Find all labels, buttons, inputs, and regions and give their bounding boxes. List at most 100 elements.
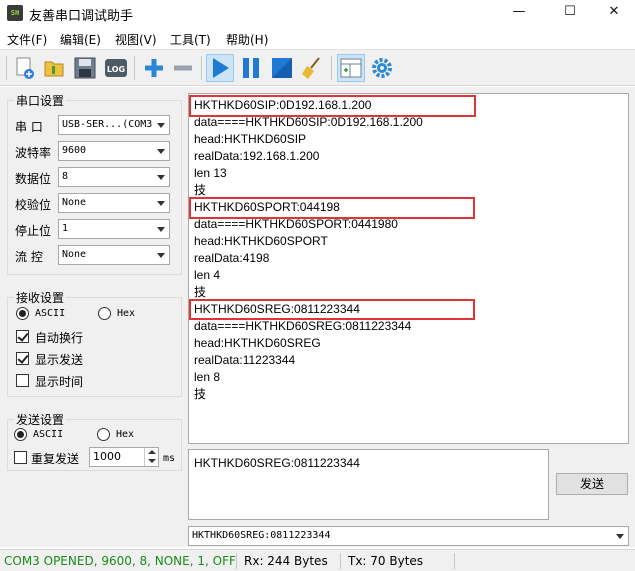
menu-help[interactable]: 帮助(H) — [226, 31, 268, 48]
chevron-down-icon — [157, 175, 165, 180]
chevron-down-icon — [157, 227, 165, 232]
receive-settings-group: 接收设置 — [7, 289, 182, 397]
chevron-down-icon — [157, 149, 165, 154]
autowrap-label: 自动换行 — [35, 331, 84, 345]
menu-bar: 文件(F) 编辑(E) 视图(V) 工具(T) 帮助(H) — [0, 29, 635, 49]
connection-status: COM3 OPENED, 9600, 8, NONE, 1, OFF — [4, 554, 236, 568]
databits-select[interactable]: 8 — [58, 167, 170, 187]
showsend-label: 显示发送 — [35, 353, 84, 367]
remove-icon[interactable] — [169, 54, 197, 82]
send-textarea[interactable]: HKTHKD60SREG:0811223344 — [188, 449, 549, 520]
highlight-box — [189, 299, 475, 320]
stopbits-label: 停止位 — [15, 224, 52, 238]
stopbits-select[interactable]: 1 — [58, 219, 170, 239]
recv-hex-label: Hex — [117, 308, 136, 319]
send-history-value: HKTHKD60SREG:0811223344 — [192, 530, 331, 541]
recv-line: head:HKTHKD60SPORT — [194, 234, 328, 248]
open-icon[interactable] — [40, 54, 68, 82]
spin-up-icon[interactable] — [148, 450, 156, 454]
send-button[interactable]: 发送 — [556, 473, 628, 495]
add-icon[interactable] — [140, 54, 168, 82]
recv-hex-radio[interactable] — [98, 307, 111, 320]
showtime-checkbox[interactable] — [16, 374, 29, 387]
status-separator — [340, 553, 341, 569]
parity-value: None — [62, 197, 87, 208]
port-select[interactable]: USB-SER...(COM3 — [58, 115, 170, 135]
recv-line: len 4 — [194, 268, 221, 282]
baud-value: 9600 — [62, 145, 87, 156]
recv-line: len 13 — [194, 166, 227, 180]
interval-value: 1000 — [93, 450, 121, 463]
recv-line: realData:11223344 — [194, 353, 296, 367]
spinner-arrows[interactable] — [144, 448, 158, 466]
close-button[interactable]: ✕ — [591, 0, 635, 26]
menu-edit[interactable]: 编辑(E) — [60, 31, 101, 48]
repeat-send-checkbox[interactable] — [14, 451, 27, 464]
toolbar-grip — [6, 56, 7, 80]
minimize-button[interactable]: — — [496, 0, 542, 26]
parity-select[interactable]: None — [58, 193, 170, 213]
send-history-select[interactable]: HKTHKD60SREG:0811223344 — [188, 526, 629, 546]
toolbar-separator — [331, 56, 332, 80]
repeat-send-label: 重复发送 — [31, 452, 80, 466]
stop-icon[interactable] — [268, 54, 296, 82]
rx-count: Rx: 244 Bytes — [244, 554, 328, 568]
baud-label: 波特率 — [15, 146, 52, 160]
flow-select[interactable]: None — [58, 245, 170, 265]
send-hex-radio[interactable] — [97, 428, 110, 441]
broom-icon[interactable] — [299, 54, 327, 82]
recv-line: len 8 — [194, 370, 221, 384]
showsend-checkbox[interactable] — [16, 352, 29, 365]
layout-icon[interactable] — [337, 54, 365, 82]
send-settings-title: 发送设置 — [14, 411, 67, 428]
recv-line: realData:192.168.1.200 — [194, 149, 320, 163]
flow-label: 流 控 — [15, 250, 43, 264]
chevron-down-icon — [616, 534, 624, 539]
menu-tools[interactable]: 工具(T) — [170, 31, 211, 48]
showtime-label: 显示时间 — [35, 375, 84, 389]
tx-count: Tx: 70 Bytes — [348, 554, 424, 568]
databits-label: 数据位 — [15, 172, 52, 186]
recv-line: head:HKTHKD60SIP — [194, 132, 307, 146]
status-separator — [454, 553, 455, 569]
interval-spinner[interactable]: 1000 — [89, 447, 159, 467]
status-bar: COM3 OPENED, 9600, 8, NONE, 1, OFF Rx: 2… — [0, 549, 635, 571]
spin-down-icon[interactable] — [148, 459, 156, 463]
highlight-box — [189, 95, 476, 117]
maximize-button[interactable]: ☐ — [547, 0, 593, 26]
new-icon[interactable] — [11, 54, 39, 82]
recv-ascii-label: ASCII — [35, 308, 66, 319]
play-icon[interactable] — [206, 54, 234, 82]
recv-line: data====HKTHKD60SREG:0811223344 — [194, 319, 412, 333]
menu-file[interactable]: 文件(F) — [7, 31, 47, 48]
toolbar-separator — [134, 56, 135, 80]
log-icon[interactable]: LOG — [102, 54, 130, 82]
title-bar: SH 友善串口调试助手 — ☐ ✕ — [0, 0, 635, 26]
menu-view[interactable]: 视图(V) — [115, 31, 157, 48]
highlight-box — [189, 197, 475, 219]
send-ascii-radio[interactable] — [14, 428, 27, 441]
app-icon: SH — [7, 5, 23, 21]
send-text: HKTHKD60SREG:0811223344 — [194, 456, 360, 470]
settings-gear-icon[interactable] — [368, 54, 396, 82]
receive-textarea[interactable]: HKTHKD60SIP:0D192.168.1.200 data====HKTH… — [188, 93, 629, 444]
recv-ascii-radio[interactable] — [16, 307, 29, 320]
recv-line: 技 — [194, 387, 207, 401]
flow-value: None — [62, 249, 87, 260]
status-separator — [236, 553, 237, 569]
port-label: 串 口 — [15, 120, 43, 134]
recv-line: realData:4198 — [194, 251, 270, 265]
log-icon-text: LOG — [107, 65, 125, 74]
autowrap-checkbox[interactable] — [16, 330, 29, 343]
toolbar: LOG — [0, 49, 635, 86]
save-icon[interactable] — [71, 54, 99, 82]
send-ascii-label: ASCII — [33, 429, 64, 440]
chevron-down-icon — [157, 201, 165, 206]
serial-settings-title: 串口设置 — [14, 92, 67, 109]
receive-settings-title: 接收设置 — [14, 289, 67, 306]
chevron-down-icon — [157, 253, 165, 258]
chevron-down-icon — [157, 123, 165, 128]
baud-select[interactable]: 9600 — [58, 141, 170, 161]
pause-icon[interactable] — [237, 54, 265, 82]
stopbits-value: 1 — [62, 223, 69, 234]
